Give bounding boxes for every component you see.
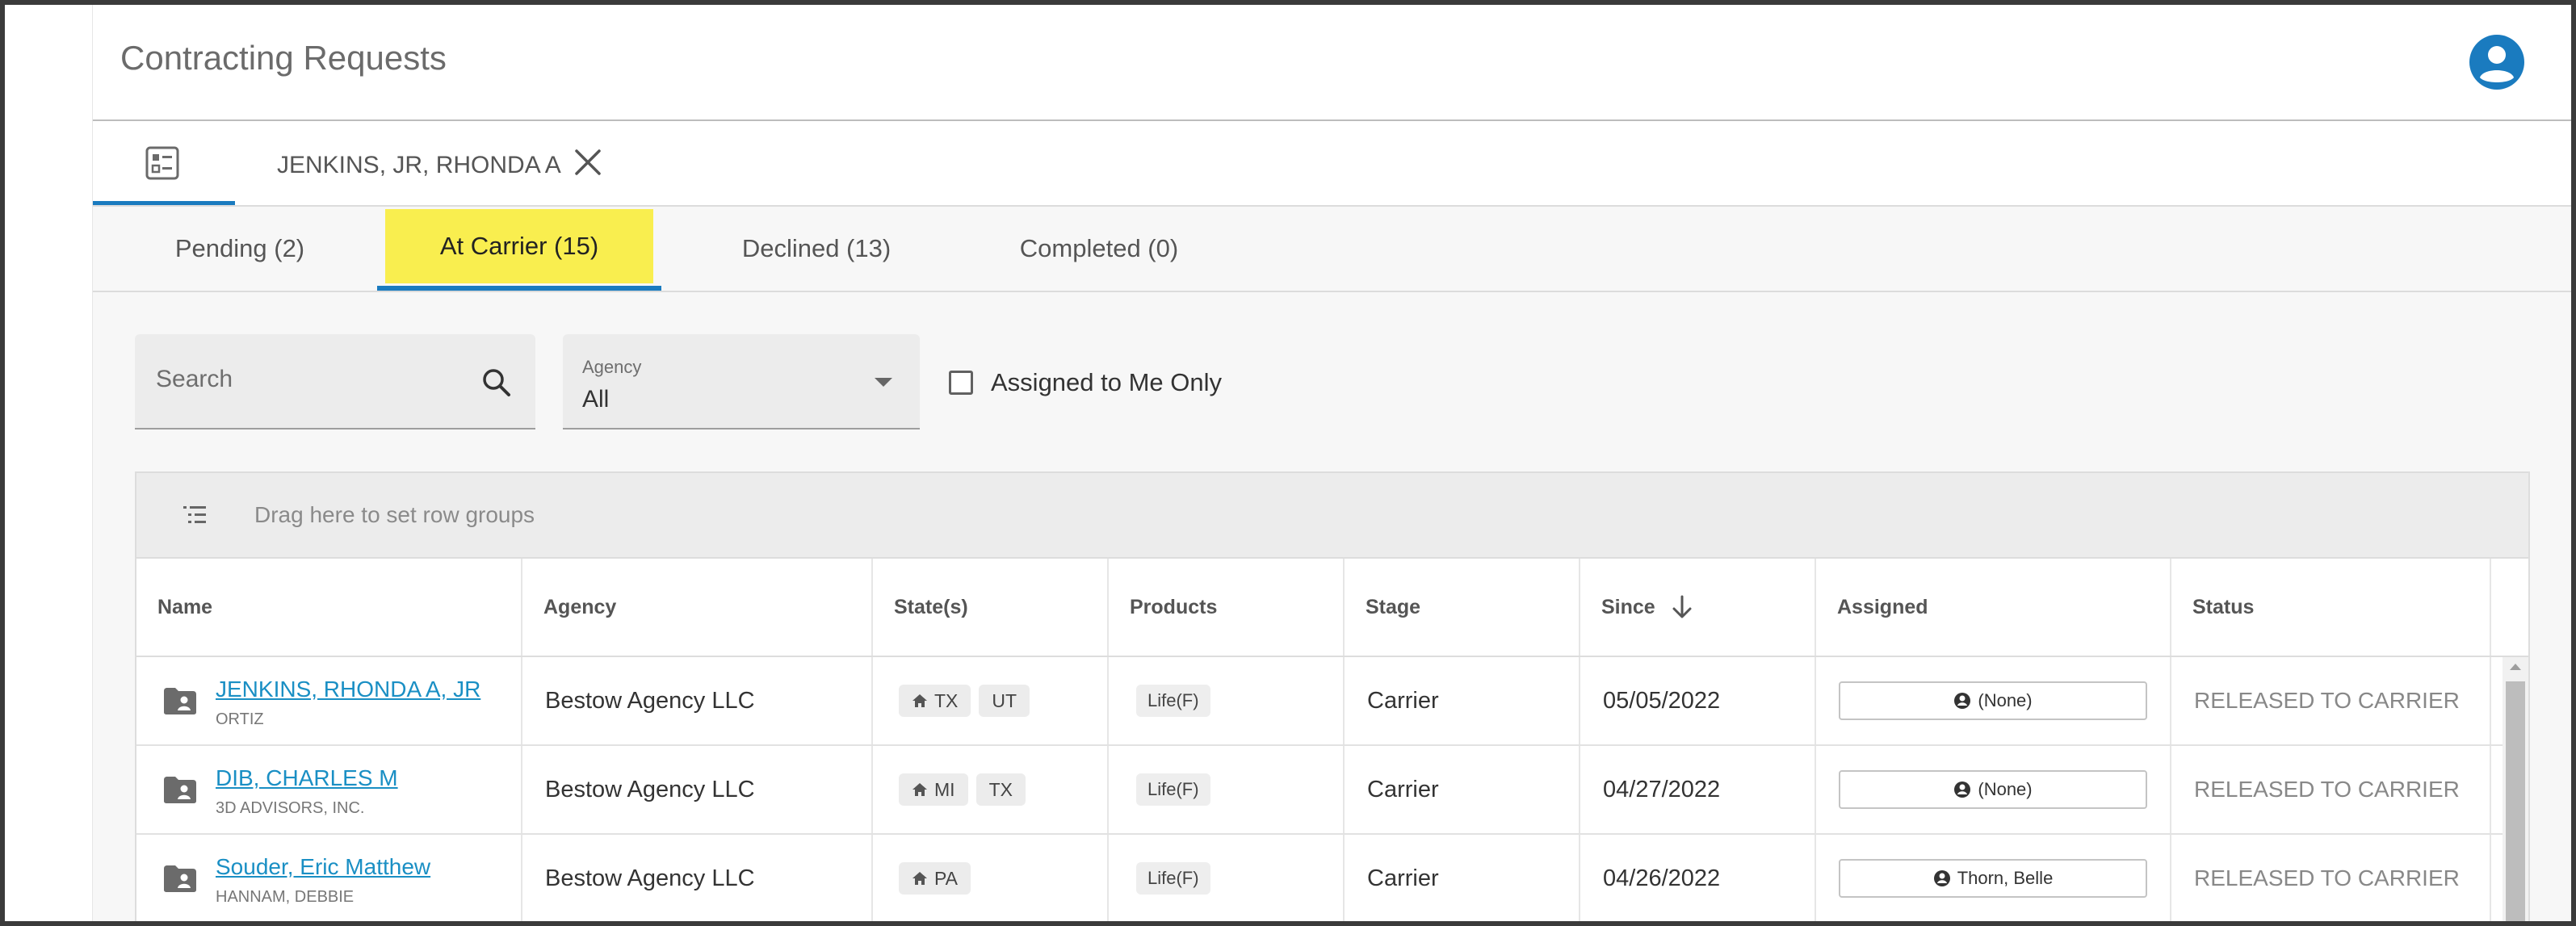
agency-cell: Bestow Agency LLC	[522, 657, 873, 744]
home-icon	[913, 872, 927, 885]
folder-person-icon	[164, 865, 196, 892]
status-cell: RELEASED TO CARRIER	[2171, 746, 2491, 833]
user-icon	[1954, 693, 1971, 709]
user-icon	[1933, 870, 1950, 886]
record-tab-label[interactable]: JENKINS, JR, RHONDA A	[277, 152, 561, 179]
assigned-to-me-checkbox[interactable]	[949, 371, 973, 395]
tab-pending-label: Pending (2)	[174, 234, 305, 262]
folder-person-icon	[164, 777, 196, 803]
close-icon[interactable]	[573, 147, 603, 178]
state-chip: TX	[975, 773, 1026, 806]
status-cell: RELEASED TO CARRIER	[2171, 657, 2491, 744]
column-header-states[interactable]: State(s)	[873, 559, 1109, 656]
requests-grid: Drag here to set row groups Name Agency …	[135, 471, 2530, 921]
row-group-icon	[183, 506, 206, 523]
app-window: Contracting Requests JENKINS, JR, RHONDA…	[92, 5, 2572, 921]
products-cell: Life(F)	[1109, 835, 1345, 921]
search-field[interactable]	[135, 334, 535, 429]
user-icon	[1954, 781, 1971, 798]
products-cell: Life(F)	[1109, 746, 1345, 833]
assigned-to-me-filter[interactable]: Assigned to Me Only	[949, 368, 1222, 397]
home-state-chip: PA	[899, 862, 971, 895]
column-header-status[interactable]: Status	[2171, 559, 2491, 656]
tab-at-carrier-label: At Carrier (15)	[384, 209, 654, 283]
scrollbar-thumb[interactable]	[2506, 681, 2525, 921]
since-cell: 05/05/2022	[1580, 657, 1816, 744]
agency-label: Agency	[582, 357, 642, 377]
product-chip: Life(F)	[1136, 773, 1210, 806]
sort-descending-icon[interactable]	[1672, 595, 1693, 619]
tab-pending[interactable]: Pending (2)	[154, 207, 325, 291]
since-cell: 04/26/2022	[1580, 835, 1816, 921]
states-cell: MI TX	[873, 746, 1109, 833]
table-row[interactable]: Souder, Eric Matthew HANNAM, DEBBIE Best…	[136, 835, 2528, 921]
assign-button[interactable]: Thorn, Belle	[1839, 859, 2147, 898]
assigned-cell: (None)	[1816, 746, 2171, 833]
agency-cell: Bestow Agency LLC	[522, 746, 873, 833]
agency-value: All	[582, 386, 610, 413]
table-row[interactable]: DIB, CHARLES M 3D ADVISORS, INC. Bestow …	[136, 746, 2528, 835]
column-header-agency[interactable]: Agency	[522, 559, 873, 656]
column-header-name[interactable]: Name	[136, 559, 522, 656]
tab-declined-label: Declined (13)	[741, 234, 892, 262]
states-cell: PA	[873, 835, 1109, 921]
status-cell: RELEASED TO CARRIER	[2171, 835, 2491, 921]
dropdown-arrow-icon[interactable]	[873, 376, 894, 389]
assigned-cell: Thorn, Belle	[1816, 835, 2171, 921]
search-icon[interactable]	[480, 367, 513, 399]
tab-list-view[interactable]	[93, 121, 235, 205]
scroll-up-arrow-icon[interactable]	[2509, 662, 2522, 672]
stage-cell: Carrier	[1345, 657, 1580, 744]
client-sub-label: 3D ADVISORS, INC.	[216, 799, 365, 817]
product-chip: Life(F)	[1136, 862, 1210, 895]
account-icon[interactable]	[2469, 34, 2525, 90]
assigned-to-me-label: Assigned to Me Only	[991, 368, 1223, 396]
client-sub-label: HANNAM, DEBBIE	[216, 888, 355, 906]
column-header-assigned[interactable]: Assigned	[1816, 559, 2171, 656]
status-tab-bar: Pending (2) At Carrier (15) Declined (13…	[93, 207, 2572, 292]
folder-person-icon	[164, 688, 196, 714]
name-cell: JENKINS, RHONDA A, JR ORTIZ	[136, 657, 522, 744]
column-header-products[interactable]: Products	[1109, 559, 1345, 656]
name-cell: Souder, Eric Matthew HANNAM, DEBBIE	[136, 835, 522, 921]
stage-cell: Carrier	[1345, 746, 1580, 833]
home-icon	[913, 694, 927, 707]
agency-select[interactable]: Agency All	[563, 334, 920, 429]
client-sub-label: ORTIZ	[216, 710, 264, 728]
home-state-chip: TX	[899, 685, 971, 717]
client-name-link[interactable]: DIB, CHARLES M	[216, 765, 398, 791]
page-title: Contracting Requests	[120, 39, 447, 77]
stage-cell: Carrier	[1345, 835, 1580, 921]
tab-completed-label: Completed (0)	[1019, 234, 1179, 262]
states-cell: TX UT	[873, 657, 1109, 744]
home-icon	[913, 783, 927, 796]
row-group-hint: Drag here to set row groups	[254, 502, 535, 527]
since-cell: 04/27/2022	[1580, 746, 1816, 833]
tab-declined[interactable]: Declined (13)	[707, 207, 926, 291]
column-header-stage[interactable]: Stage	[1345, 559, 1580, 656]
search-input[interactable]	[154, 365, 464, 394]
state-chip: UT	[979, 685, 1030, 717]
agency-cell: Bestow Agency LLC	[522, 835, 873, 921]
client-name-link[interactable]: Souder, Eric Matthew	[216, 854, 430, 880]
assigned-cell: (None)	[1816, 657, 2171, 744]
assign-button[interactable]: (None)	[1839, 681, 2147, 720]
row-group-bar[interactable]: Drag here to set row groups	[136, 473, 2528, 559]
vertical-scrollbar[interactable]	[2503, 657, 2528, 921]
client-name-link[interactable]: JENKINS, RHONDA A, JR	[216, 677, 480, 702]
record-tab-bar: JENKINS, JR, RHONDA A	[93, 121, 2572, 207]
top-bar: Contracting Requests	[93, 5, 2572, 121]
home-state-chip: MI	[899, 773, 968, 806]
tab-completed[interactable]: Completed (0)	[978, 207, 1220, 291]
column-header-since[interactable]: Since	[1580, 559, 1816, 656]
product-chip: Life(F)	[1136, 685, 1210, 717]
assign-button[interactable]: (None)	[1839, 770, 2147, 809]
list-view-icon	[145, 146, 179, 180]
name-cell: DIB, CHARLES M 3D ADVISORS, INC.	[136, 746, 522, 833]
products-cell: Life(F)	[1109, 657, 1345, 744]
tab-at-carrier[interactable]: At Carrier (15)	[377, 207, 661, 291]
table-row[interactable]: JENKINS, RHONDA A, JR ORTIZ Bestow Agenc…	[136, 657, 2528, 746]
grid-header: Name Agency State(s) Products Stage Sinc…	[136, 559, 2528, 657]
